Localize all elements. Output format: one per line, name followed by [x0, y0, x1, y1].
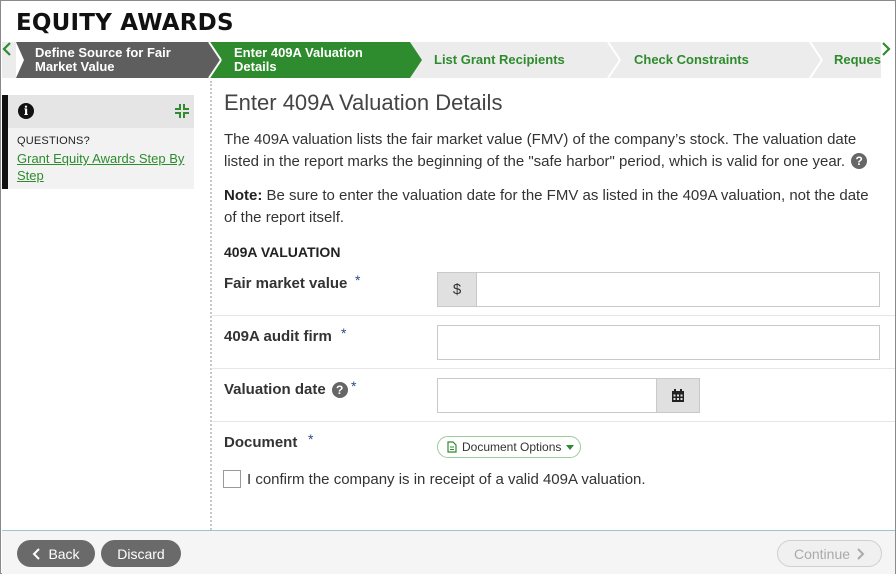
step-check-constraints[interactable]: Check Constraints	[634, 53, 749, 67]
discard-label: Discard	[117, 545, 165, 562]
chevron-left-icon	[33, 547, 41, 560]
chevron-down-icon	[566, 444, 575, 450]
valuation-date-input[interactable]	[437, 378, 657, 413]
continue-button[interactable]: Continue	[777, 540, 882, 567]
valuation-date-row: Valuation date ? *	[211, 369, 895, 422]
audit-firm-row: 409A audit firm *	[211, 316, 895, 369]
continue-label: Continue	[793, 545, 851, 562]
calendar-button[interactable]	[656, 378, 700, 413]
audit-firm-label: 409A audit firm	[224, 328, 332, 345]
step-enter-409a-line1: Enter 409A Valuation	[234, 45, 363, 60]
steps-scroll-right-icon[interactable]	[881, 42, 895, 78]
steps-scroll-left-icon[interactable]	[2, 42, 16, 78]
confirm-checkbox[interactable]	[223, 470, 241, 488]
help-sidebar: i QUESTIONS? Grant Equity Awards Step By…	[2, 95, 194, 189]
back-button[interactable]: Back	[17, 540, 95, 567]
collapse-icon[interactable]	[174, 103, 190, 119]
step-request[interactable]: Request	[834, 53, 881, 67]
chevron-right-icon	[857, 547, 865, 560]
step-define-source-line2: Market Value	[35, 59, 115, 74]
calendar-icon	[672, 388, 684, 402]
note-text: Be sure to enter the valuation date for …	[224, 187, 869, 226]
note-label: Note:	[224, 187, 263, 204]
fair-market-value-input[interactable]	[476, 272, 880, 307]
help-sidebar-header: i	[2, 95, 194, 128]
required-marker: *	[341, 325, 347, 341]
info-icon: i	[18, 103, 34, 119]
fair-market-value-label: Fair market value	[224, 275, 348, 292]
required-marker: *	[351, 378, 357, 394]
step-list-grant-recipients[interactable]: List Grant Recipients	[434, 53, 565, 67]
confirm-row: I confirm the company is in receipt of a…	[223, 470, 646, 488]
page-description-text: The 409A valuation lists the fair market…	[224, 131, 857, 170]
currency-prefix: $	[437, 272, 477, 307]
step-define-source[interactable]: Define Source for Fair Market Value	[35, 46, 171, 74]
app-frame: EQUITY AWARDS Define Source for Fair Mar…	[0, 0, 896, 574]
help-icon[interactable]: ?	[851, 153, 868, 169]
app-title: EQUITY AWARDS	[16, 10, 234, 36]
audit-firm-input[interactable]	[437, 325, 880, 360]
document-options-button[interactable]: Document Options	[437, 436, 581, 458]
discard-button[interactable]: Discard	[101, 540, 181, 567]
help-link[interactable]: Grant Equity Awards Step By Step	[17, 150, 195, 184]
page-description: The 409A valuation lists the fair market…	[224, 129, 884, 173]
required-marker: *	[355, 272, 361, 288]
document-icon	[447, 441, 457, 453]
document-options-label: Document Options	[462, 440, 562, 454]
questions-label: QUESTIONS?	[17, 135, 90, 147]
step-define-source-line1: Define Source for Fair	[35, 45, 171, 60]
valuation-date-label-text: Valuation date	[224, 381, 326, 398]
help-icon[interactable]: ?	[331, 381, 348, 398]
fair-market-value-row: Fair market value * $	[211, 263, 895, 316]
valuation-date-label: Valuation date ?	[224, 381, 348, 398]
section-title: 409A VALUATION	[224, 244, 341, 260]
page-title: Enter 409A Valuation Details	[224, 90, 503, 115]
note: Note: Be sure to enter the valuation dat…	[224, 185, 884, 229]
step-enter-409a-line2: Details	[234, 59, 277, 74]
required-marker: *	[308, 431, 314, 447]
step-enter-409a[interactable]: Enter 409A Valuation Details	[234, 46, 363, 74]
footer: Back Discard Continue	[2, 530, 895, 574]
back-label: Back	[48, 545, 80, 562]
wizard-steps: Define Source for Fair Market Value Ente…	[2, 42, 895, 78]
help-sidebar-body: QUESTIONS? Grant Equity Awards Step By S…	[2, 128, 194, 189]
confirm-text: I confirm the company is in receipt of a…	[247, 470, 646, 488]
document-label: Document	[224, 434, 298, 451]
